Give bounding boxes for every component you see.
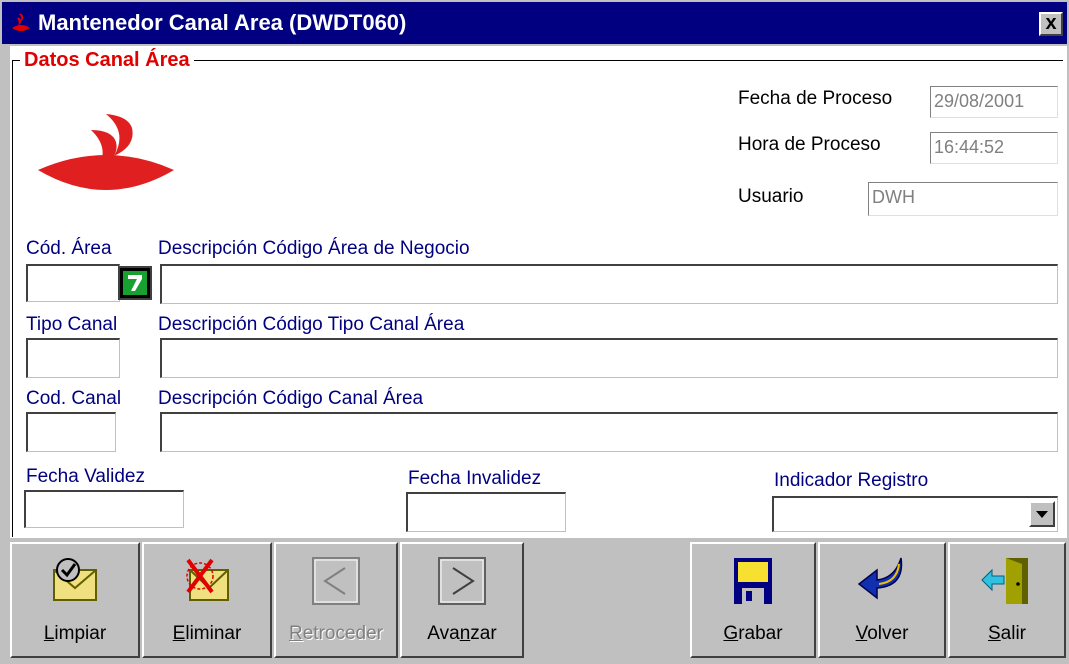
indicador-registro-label: Indicador Registro [774, 470, 929, 491]
app-window: Mantenedor Canal Area (DWDT060) x Datos … [0, 0, 1069, 664]
avanzar-button[interactable]: Avanzar [400, 542, 524, 658]
cod-canal-label: Cod. Canal [26, 388, 122, 409]
limpiar-label: Limpiar [43, 623, 107, 644]
santander-flame-icon [12, 13, 30, 31]
title-bar: Mantenedor Canal Area (DWDT060) x [2, 2, 1067, 44]
fecha-proceso-field: 29/08/2001 [930, 86, 1058, 118]
floppy-disk-icon [734, 558, 772, 604]
area-lookup-button[interactable] [118, 266, 152, 300]
desc-tipo-canal-input[interactable] [160, 338, 1058, 378]
group-title: Datos Canal Área [20, 48, 194, 72]
usuario-field: DWH [868, 182, 1058, 216]
eliminar-label: Eliminar [172, 623, 242, 644]
close-icon: x [1045, 12, 1057, 34]
exit-door-icon [981, 558, 1028, 604]
lookup-icon [123, 271, 147, 295]
volver-label: Volver [855, 623, 909, 644]
window-title: Mantenedor Canal Area (DWDT060) [38, 10, 407, 35]
desc-area-input[interactable] [160, 264, 1058, 304]
tipo-canal-input[interactable] [26, 338, 120, 378]
chevron-down-icon[interactable] [1029, 501, 1055, 527]
fecha-proceso-label: Fecha de Proceso [738, 88, 893, 109]
return-arrow-icon [857, 557, 903, 600]
grabar-label: Grabar [723, 623, 783, 644]
salir-label: Salir [987, 623, 1027, 644]
cod-area-input[interactable] [26, 264, 120, 302]
desc-area-label: Descripción Código Área de Negocio [158, 238, 470, 259]
arrow-right-icon [438, 557, 486, 605]
fecha-validez-input[interactable] [24, 490, 184, 528]
retroceder-button[interactable]: Retroceder [274, 542, 398, 658]
volver-button[interactable]: Volver [818, 542, 946, 658]
fecha-validez-label: Fecha Validez [26, 466, 145, 487]
desc-tipo-canal-label: Descripción Código Tipo Canal Área [158, 314, 465, 335]
eliminar-button[interactable]: Eliminar [142, 542, 272, 658]
santander-logo [38, 114, 174, 190]
retroceder-label: Retroceder [288, 623, 383, 644]
desc-canal-input[interactable] [160, 412, 1058, 452]
envelope-check-icon [53, 558, 97, 601]
indicador-registro-select[interactable] [772, 496, 1058, 532]
grabar-button[interactable]: Grabar [690, 542, 816, 658]
salir-button[interactable]: Salir [948, 542, 1066, 658]
arrow-left-icon [312, 557, 360, 605]
avanzar-label: Avanzar [427, 623, 497, 644]
fecha-invalidez-input[interactable] [406, 492, 566, 532]
cod-area-label: Cód. Área [26, 238, 112, 259]
cod-canal-input[interactable] [26, 412, 116, 452]
envelope-delete-icon [186, 558, 229, 601]
usuario-label: Usuario [738, 186, 804, 207]
fecha-invalidez-label: Fecha Invalidez [408, 468, 542, 489]
tipo-canal-label: Tipo Canal [26, 314, 118, 335]
limpiar-button[interactable]: Limpiar [10, 542, 140, 658]
hora-proceso-field: 16:44:52 [930, 132, 1058, 164]
close-button[interactable]: x [1039, 12, 1063, 36]
desc-canal-label: Descripción Código Canal Área [158, 388, 424, 409]
hora-proceso-label: Hora de Proceso [738, 134, 881, 155]
